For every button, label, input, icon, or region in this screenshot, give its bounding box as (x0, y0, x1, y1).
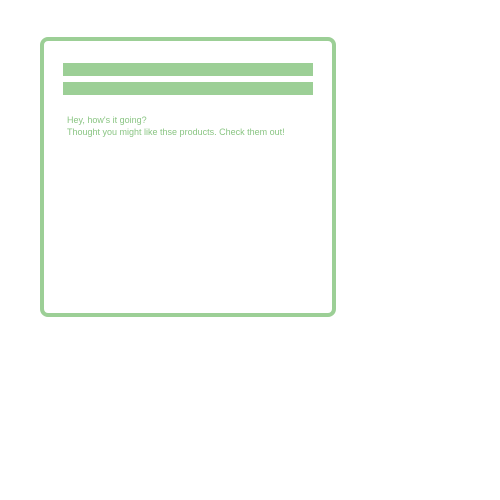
body-text: Thought you might like thse products. Ch… (67, 127, 285, 137)
header-bar-bottom (63, 82, 313, 95)
header-bar-top (63, 63, 313, 76)
greeting-text: Hey, how's it going? (67, 115, 147, 125)
email-card: Hey, how's it going? Thought you might l… (40, 37, 336, 317)
message-body: Hey, how's it going? Thought you might l… (67, 114, 327, 138)
